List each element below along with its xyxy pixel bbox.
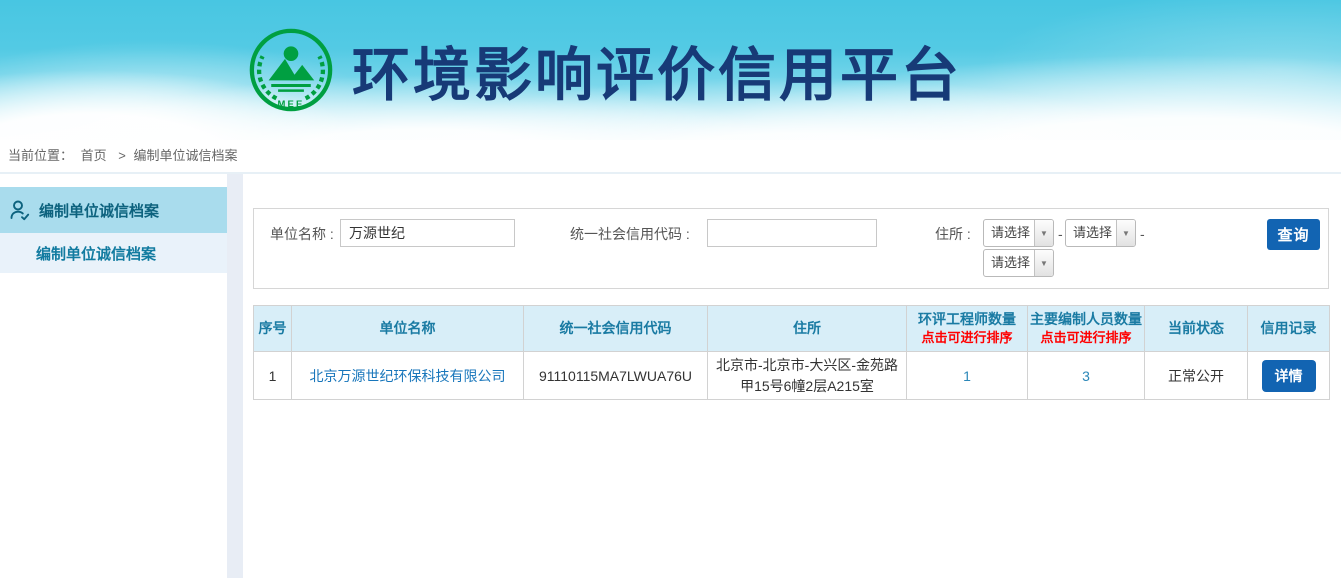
column-header-credit-code: 统一社会信用代码 [524, 306, 708, 352]
sidebar-subitem-label: 编制单位诚信档案 [36, 243, 156, 264]
address-district-select[interactable]: 请选择 ▼ [983, 249, 1054, 277]
column-header-staff-count-label: 主要编制人员数量 [1030, 311, 1142, 327]
address-dash-2: - [1140, 220, 1145, 248]
sidebar-item-label: 编制单位诚信档案 [39, 200, 159, 221]
table-header-row: 序号 单位名称 统一社会信用代码 住所 环评工程师数量 点击可进行排序 主要编制… [254, 306, 1330, 352]
page-body: 编制单位诚信档案 编制单位诚信档案 单位名称 : 统一社会信用代码 : 住所 :… [0, 174, 1341, 578]
breadcrumb-current: 编制单位诚信档案 [134, 148, 238, 163]
address-city-select-value: 请选择 [1066, 220, 1116, 246]
svg-text:MEE: MEE [278, 99, 305, 110]
breadcrumb: 当前位置： 首页 > 编制单位诚信档案 [0, 140, 1341, 174]
breadcrumb-separator: > [118, 148, 126, 163]
address-province-select[interactable]: 请选择 ▼ [983, 219, 1054, 247]
column-header-engineer-count[interactable]: 环评工程师数量 点击可进行排序 [907, 306, 1028, 352]
chevron-down-icon: ▼ [1034, 250, 1053, 276]
column-header-status: 当前状态 [1145, 306, 1248, 352]
cell-status: 正常公开 [1145, 352, 1248, 400]
search-form: 单位名称 : 统一社会信用代码 : 住所 : 请选择 ▼ - 请选择 ▼ - 请… [253, 208, 1329, 289]
sidebar-divider [227, 174, 243, 578]
column-header-credit-record: 信用记录 [1248, 306, 1330, 352]
sidebar-item-unit-credit-archive[interactable]: 编制单位诚信档案 [0, 187, 227, 233]
sidebar: 编制单位诚信档案 编制单位诚信档案 [0, 174, 227, 578]
address-province-select-value: 请选择 [984, 220, 1034, 246]
engineer-count-link[interactable]: 1 [963, 368, 971, 384]
column-header-company: 单位名称 [292, 306, 524, 352]
sort-hint: 点击可进行排序 [1028, 329, 1144, 348]
address-city-select[interactable]: 请选择 ▼ [1065, 219, 1136, 247]
column-header-engineer-count-label: 环评工程师数量 [918, 311, 1016, 327]
cell-address: 北京市-北京市-大兴区-金苑路甲15号6幢2层A215室 [708, 352, 907, 400]
results-table: 序号 单位名称 统一社会信用代码 住所 环评工程师数量 点击可进行排序 主要编制… [253, 305, 1330, 400]
site-title: 环境影响评价信用平台 [352, 28, 962, 112]
sidebar-subitem-unit-credit-archive[interactable]: 编制单位诚信档案 [0, 233, 227, 273]
column-header-staff-count[interactable]: 主要编制人员数量 点击可进行排序 [1028, 306, 1145, 352]
breadcrumb-home-link[interactable]: 首页 [81, 148, 107, 163]
sort-hint: 点击可进行排序 [907, 329, 1027, 348]
breadcrumb-prefix: 当前位置： [8, 148, 73, 163]
cell-credit-code: 91110115MA7LWUA76U [524, 352, 708, 400]
column-header-index: 序号 [254, 306, 292, 352]
chevron-down-icon: ▼ [1034, 220, 1053, 246]
chevron-down-icon: ▼ [1116, 220, 1135, 246]
column-header-address: 住所 [708, 306, 907, 352]
company-link[interactable]: 北京万源世纪环保科技有限公司 [310, 368, 506, 384]
credit-code-input[interactable] [707, 219, 877, 247]
address-dash-1: - [1058, 220, 1063, 248]
credit-code-label: 统一社会信用代码 : [570, 220, 690, 248]
site-header: MEE 环境影响评价信用平台 [0, 0, 1341, 140]
table-row: 1 北京万源世纪环保科技有限公司 91110115MA7LWUA76U 北京市-… [254, 352, 1330, 400]
unit-name-input[interactable] [340, 219, 515, 247]
unit-name-label: 单位名称 : [270, 220, 334, 248]
detail-button[interactable]: 详情 [1262, 360, 1316, 392]
cell-index: 1 [254, 352, 292, 400]
mee-logo-emblem: MEE [248, 27, 334, 113]
main-content: 单位名称 : 统一社会信用代码 : 住所 : 请选择 ▼ - 请选择 ▼ - 请… [243, 174, 1341, 578]
address-label: 住所 : [935, 220, 971, 248]
mee-logo: MEE [248, 27, 334, 113]
address-district-select-value: 请选择 [984, 250, 1034, 276]
user-check-icon [8, 198, 32, 222]
query-button[interactable]: 查询 [1267, 219, 1320, 250]
staff-count-link[interactable]: 3 [1082, 368, 1090, 384]
